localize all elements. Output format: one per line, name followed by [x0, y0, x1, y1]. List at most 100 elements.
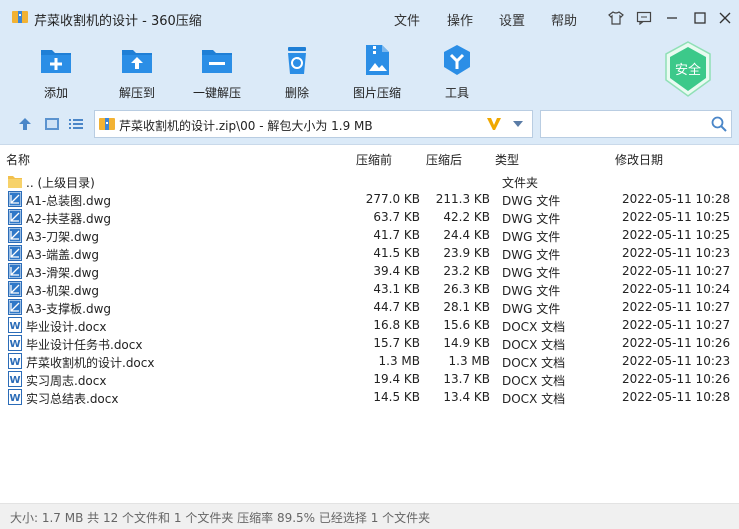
- file-row[interactable]: A3-支撑板.dwg 44.7 KB 28.1 KB DWG 文件 2022-05-11…: [0, 298, 739, 316]
- file-row[interactable]: A3-端盖.dwg 41.5 KB 23.9 KB DWG 文件 2022-05-11 …: [0, 244, 739, 262]
- one-click-extract-button[interactable]: 一键解压: [185, 40, 249, 100]
- file-row[interactable]: A1-总装图.dwg 277.0 KB 211.3 KB DWG 文件 2022-05-…: [0, 190, 739, 208]
- status-text: 大小: 1.7 MB 共 12 个文件和 1 个文件夹 压缩率 89.5% 已经…: [10, 511, 431, 525]
- dwg-file-icon: [8, 281, 22, 297]
- modified-date: 2022-05-11 10:25: [622, 228, 731, 242]
- window-title: 芹菜收割机的设计 - 360压缩: [34, 14, 202, 29]
- status-bar: 大小: 1.7 MB 共 12 个文件和 1 个文件夹 压缩率 89.5% 已经…: [0, 503, 739, 529]
- thumbnail-view-icon[interactable]: [42, 114, 62, 134]
- compressed-size: 28.1 KB: [443, 300, 490, 314]
- menu-settings[interactable]: 设置: [499, 10, 525, 29]
- file-type: DWG 文件: [502, 194, 561, 208]
- original-size: 41.5 KB: [373, 246, 420, 260]
- modified-date: 2022-05-11 10:24: [622, 282, 731, 296]
- file-row[interactable]: W 实习总结表.docx 14.5 KB 13.4 KB DOCX 文档 2022-05-…: [0, 388, 739, 406]
- svg-text:W: W: [9, 357, 20, 368]
- file-row[interactable]: W 毕业设计任务书.docx 15.7 KB 14.9 KB DOCX 文档 2022-0…: [0, 334, 739, 352]
- file-name: A3-刀架.dwg: [26, 230, 100, 244]
- file-name: A3-滑架.dwg: [26, 266, 100, 280]
- file-type: DWG 文件: [502, 302, 561, 316]
- extract-to-button[interactable]: 解压到: [105, 40, 169, 100]
- file-row[interactable]: A2-扶茎器.dwg 63.7 KB 42.2 KB DWG 文件 2022-05-11…: [0, 208, 739, 226]
- file-row[interactable]: W 毕业设计.docx 16.8 KB 15.6 KB DOCX 文档 2022-05-1…: [0, 316, 739, 334]
- modified-date: 2022-05-11 10:26: [622, 336, 731, 350]
- add-icon: [41, 50, 71, 73]
- image-compress-icon: [366, 45, 389, 75]
- compressed-size: 26.3 KB: [443, 282, 490, 296]
- search-input[interactable]: [545, 114, 705, 134]
- file-row[interactable]: A3-机架.dwg 43.1 KB 26.3 KB DWG 文件 2022-05-11 …: [0, 280, 739, 298]
- column-original-size[interactable]: 压缩前: [356, 151, 392, 168]
- file-name: A1-总装图.dwg: [26, 194, 112, 208]
- file-name: 毕业设计任务书.docx: [26, 338, 143, 352]
- address-bar[interactable]: 芹菜收割机的设计.zip\00 - 解包大小为 1.9 MB: [94, 110, 533, 138]
- file-type: DWG 文件: [502, 266, 561, 280]
- file-name: 毕业设计.docx: [26, 320, 107, 334]
- modified-date: 2022-05-11 10:27: [622, 264, 731, 278]
- dwg-file-icon: [8, 209, 22, 225]
- file-type: DWG 文件: [502, 230, 561, 244]
- maximize-icon[interactable]: [690, 8, 710, 28]
- file-type: DOCX 文档: [502, 320, 566, 334]
- close-icon[interactable]: [715, 8, 735, 28]
- file-name: A2-扶茎器.dwg: [26, 212, 112, 226]
- svg-text:W: W: [9, 321, 20, 332]
- delete-button[interactable]: 删除: [265, 40, 329, 100]
- modified-date: 2022-05-11 10:27: [622, 300, 731, 314]
- up-arrow-icon[interactable]: [15, 114, 35, 134]
- address-dropdown-icon[interactable]: [513, 121, 523, 127]
- title-bar: 芹菜收割机的设计 - 360压缩 文件 操作 设置 帮助: [0, 0, 739, 36]
- column-name[interactable]: 名称: [6, 151, 30, 168]
- column-header: 名称 压缩前 压缩后 类型 修改日期: [0, 148, 739, 168]
- image-compress-button[interactable]: 图片压缩: [345, 40, 409, 100]
- file-row[interactable]: A3-刀架.dwg 41.7 KB 24.4 KB DWG 文件 2022-05-11 …: [0, 226, 739, 244]
- modified-date: 2022-05-11 10:23: [622, 246, 731, 260]
- dwg-file-icon: [8, 227, 22, 243]
- tools-icon: [444, 45, 470, 75]
- menu-help[interactable]: 帮助: [551, 10, 577, 29]
- menu-operation[interactable]: 操作: [447, 10, 473, 29]
- file-type: DWG 文件: [502, 284, 561, 298]
- file-row[interactable]: A3-滑架.dwg 39.4 KB 23.2 KB DWG 文件 2022-05-11 …: [0, 262, 739, 280]
- minimize-icon[interactable]: [662, 8, 682, 28]
- original-size: 277.0 KB: [365, 192, 420, 206]
- file-row[interactable]: .. (上级目录) 文件夹: [0, 172, 739, 190]
- svg-text:W: W: [9, 339, 20, 350]
- original-size: 16.8 KB: [373, 318, 420, 332]
- file-row[interactable]: W 实习周志.docx 19.4 KB 13.7 KB DOCX 文档 2022-05-1…: [0, 370, 739, 388]
- dwg-file-icon: [8, 299, 22, 315]
- compressed-size: 13.7 KB: [443, 372, 490, 386]
- file-name: A3-机架.dwg: [26, 284, 100, 298]
- file-name: A3-端盖.dwg: [26, 248, 100, 262]
- feedback-icon[interactable]: [634, 8, 654, 28]
- zip-archive-icon: [99, 118, 115, 130]
- original-size: 63.7 KB: [373, 210, 420, 224]
- safe-shield-icon[interactable]: 安全: [663, 40, 713, 98]
- compressed-size: 15.6 KB: [443, 318, 490, 332]
- file-name: A3-支撑板.dwg: [26, 302, 112, 316]
- folder-icon: [8, 173, 22, 189]
- search-icon[interactable]: [711, 116, 727, 132]
- top-toolbar-area: 芹菜收割机的设计 - 360压缩 文件 操作 设置 帮助 添加 解压到 一键解压…: [0, 0, 739, 145]
- menu-file[interactable]: 文件: [394, 10, 420, 29]
- one-click-extract-icon: [202, 50, 232, 73]
- modified-date: 2022-05-11 10:26: [622, 372, 731, 386]
- column-compressed-size[interactable]: 压缩后: [426, 151, 462, 168]
- column-modified[interactable]: 修改日期: [615, 151, 663, 168]
- list-view-icon[interactable]: [66, 114, 86, 134]
- file-row[interactable]: W 芹菜收割机的设计.docx 1.3 MB 1.3 MB DOCX 文档 2022-05…: [0, 352, 739, 370]
- skin-shirt-icon[interactable]: [606, 8, 626, 28]
- dwg-file-icon: [8, 263, 22, 279]
- search-box[interactable]: [540, 110, 732, 138]
- add-button[interactable]: 添加: [24, 40, 88, 100]
- verified-v-icon[interactable]: [485, 115, 503, 133]
- column-type[interactable]: 类型: [495, 151, 519, 168]
- docx-file-icon: W: [8, 317, 22, 333]
- file-name: 实习周志.docx: [26, 374, 107, 388]
- file-type: DOCX 文档: [502, 392, 566, 406]
- tools-button[interactable]: 工具: [425, 40, 489, 100]
- file-type: DWG 文件: [502, 248, 561, 262]
- compressed-size: 23.2 KB: [443, 264, 490, 278]
- extract-to-icon: [122, 50, 152, 73]
- one-click-extract-label: 一键解压: [192, 86, 241, 100]
